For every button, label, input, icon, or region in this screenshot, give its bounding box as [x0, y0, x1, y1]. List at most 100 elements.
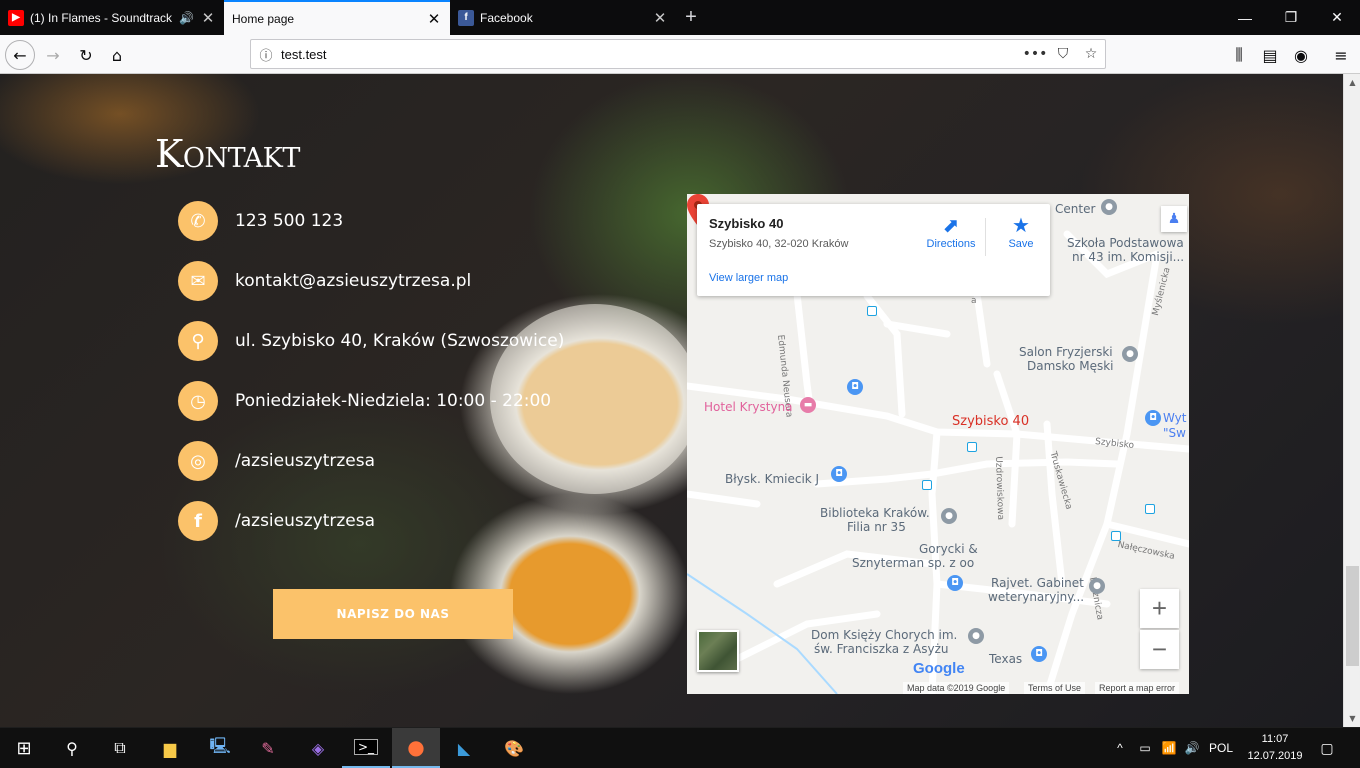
scroll-down-icon[interactable]: ▼ — [1344, 710, 1360, 727]
file-explorer-button[interactable]: ▆ — [146, 728, 194, 768]
paint-brush-app-button[interactable]: 🎨 — [490, 728, 538, 768]
poi-label[interactable]: Hotel Krystyna — [704, 400, 793, 414]
shopping-bag-icon[interactable]: ◘ — [847, 379, 863, 395]
back-button[interactable]: ← — [5, 40, 35, 70]
pin-label[interactable]: Szybisko 40 — [952, 415, 1029, 429]
volume-icon[interactable]: 🔊 — [1181, 728, 1203, 768]
reload-button[interactable]: ↻ — [71, 40, 101, 70]
write-to-us-button[interactable]: NAPISZ DO NAS — [273, 589, 513, 639]
contact-facebook[interactable]: f /azsieuszytrzesa — [178, 501, 375, 541]
poi-label[interactable]: Gorycki & — [919, 542, 978, 556]
poi-marker-icon[interactable]: ● — [968, 628, 984, 644]
poi-label[interactable]: nr 43 im. Komisji... — [1072, 250, 1184, 264]
poi-marker-icon[interactable]: ● — [1122, 346, 1138, 362]
poi-label[interactable]: Damsko Męski — [1027, 359, 1113, 373]
sidebar-icon[interactable]: ▤ — [1255, 40, 1285, 70]
home-button[interactable]: ⌂ — [102, 40, 132, 70]
show-hidden-icons-button[interactable]: ^ — [1110, 728, 1130, 768]
poi-label[interactable]: Texas — [989, 652, 1022, 666]
vscode-button[interactable]: ◣ — [440, 728, 488, 768]
shopping-bag-icon[interactable]: ◘ — [947, 575, 963, 591]
poi-label[interactable]: Salon Fryzjerski — [1019, 345, 1113, 359]
page-actions-icon[interactable]: ••• — [1021, 46, 1049, 62]
poi-label[interactable]: weterynaryjny... — [988, 590, 1084, 604]
paint-app-button[interactable]: ✎ — [244, 728, 292, 768]
bookmark-star-icon[interactable]: ☆ — [1077, 46, 1105, 62]
save-button[interactable]: ★ Save — [991, 214, 1051, 250]
network-icon[interactable]: 📶 — [1158, 728, 1180, 768]
poi-label[interactable]: Rajvet. Gabinet — [991, 576, 1084, 590]
bus-stop-icon[interactable] — [922, 480, 932, 490]
close-tab-icon[interactable]: ✕ — [426, 10, 442, 28]
tab-youtube[interactable]: ▶ (1) In Flames - Soundtrack T 🔊 ✕ — [0, 0, 224, 35]
zoom-in-button[interactable]: + — [1140, 589, 1179, 628]
contact-instagram-text[interactable]: /azsieuszytrzesa — [235, 451, 375, 471]
speaker-icon[interactable]: 🔊 — [179, 11, 194, 25]
firefox-button[interactable]: ● — [392, 728, 440, 768]
street-view-pegman-icon[interactable]: ♟ — [1161, 206, 1187, 232]
poi-label[interactable]: Sznyterman sp. z oo — [852, 556, 974, 570]
visual-studio-button[interactable]: ◈ — [294, 728, 342, 768]
poi-marker-icon[interactable]: ● — [1101, 199, 1117, 215]
bus-stop-icon[interactable] — [1111, 531, 1121, 541]
search-button[interactable]: ⚲ — [48, 728, 96, 768]
zoom-out-button[interactable]: − — [1140, 630, 1179, 669]
bus-stop-icon[interactable] — [867, 306, 877, 316]
account-icon[interactable]: ◉ — [1286, 40, 1316, 70]
satellite-toggle[interactable] — [697, 630, 739, 672]
contact-instagram[interactable]: ◎ /azsieuszytrzesa — [178, 441, 375, 481]
poi-marker-icon[interactable]: ● — [1089, 578, 1105, 594]
shopping-bag-icon[interactable]: ◘ — [831, 466, 847, 482]
network-app-button[interactable]: 🖳 — [196, 728, 244, 768]
terms-of-use-link[interactable]: Terms of Use — [1024, 682, 1086, 694]
poi-marker-icon[interactable]: ● — [941, 508, 957, 524]
google-map[interactable]: Edmunda Neusera Myślenicka Szybisko Uzdr… — [687, 194, 1189, 694]
poi-label[interactable]: Szkoła Podstawowa — [1067, 236, 1184, 250]
directions-button[interactable]: ⬈ Directions — [921, 214, 981, 250]
paint-icon: ✎ — [261, 738, 275, 758]
pocket-icon[interactable]: ⛉ — [1049, 46, 1077, 62]
terminal-button[interactable]: >_ — [342, 728, 390, 768]
menu-icon[interactable]: ≡ — [1326, 40, 1356, 70]
system-clock[interactable]: 11:07 12.07.2019 — [1240, 731, 1310, 765]
restore-button[interactable]: ❐ — [1268, 0, 1314, 35]
scroll-up-icon[interactable]: ▲ — [1344, 74, 1360, 91]
poi-label[interactable]: "Sw — [1163, 426, 1186, 440]
close-tab-icon[interactable]: ✕ — [200, 9, 216, 27]
report-map-error-link[interactable]: Report a map error — [1095, 682, 1180, 694]
library-icon[interactable]: ⫼ — [1224, 40, 1254, 70]
minimize-button[interactable]: — — [1222, 0, 1268, 35]
poi-label[interactable]: Błysk. Kmiecik J — [725, 472, 819, 486]
poi-label[interactable]: Center — [1055, 202, 1095, 216]
tab-home-page[interactable]: Home page ✕ — [224, 0, 450, 35]
tab-facebook[interactable]: f Facebook ✕ — [450, 0, 676, 35]
poi-label[interactable]: Filia nr 35 — [847, 520, 906, 534]
navigation-toolbar: ← → ↻ ⌂ ⓘ test.test ••• ⛉ ☆ ⫼ ▤ ◉ ≡ — [0, 35, 1360, 74]
start-button[interactable]: ⊞ — [0, 728, 48, 768]
close-window-button[interactable]: ✕ — [1314, 0, 1360, 35]
poi-label[interactable]: św. Franciszka z Asyżu — [814, 642, 948, 656]
close-tab-icon[interactable]: ✕ — [652, 9, 668, 27]
vscode-icon: ◣ — [457, 738, 471, 758]
page-scrollbar[interactable]: ▲ ▼ — [1343, 74, 1360, 727]
address-bar[interactable]: ⓘ test.test ••• ⛉ ☆ — [250, 39, 1106, 69]
forward-button[interactable]: → — [38, 40, 68, 70]
language-indicator[interactable]: POL — [1206, 728, 1236, 768]
url-text[interactable]: test.test — [281, 47, 1021, 62]
battery-icon[interactable]: ▭ — [1134, 728, 1156, 768]
shopping-cart-icon[interactable]: ◘ — [1031, 646, 1047, 662]
bus-stop-icon[interactable] — [967, 442, 977, 452]
bus-stop-icon[interactable] — [1145, 504, 1155, 514]
poi-label[interactable]: Biblioteka Kraków. — [820, 506, 930, 520]
scroll-thumb[interactable] — [1346, 566, 1359, 666]
info-icon[interactable]: ⓘ — [251, 45, 281, 64]
poi-label[interactable]: Dom Księży Chorych im. — [811, 628, 957, 642]
task-view-button[interactable]: ⧉ — [96, 728, 144, 768]
contact-facebook-text[interactable]: /azsieuszytrzesa — [235, 511, 375, 531]
notifications-icon[interactable]: ▢ — [1312, 728, 1342, 768]
hotel-icon[interactable]: ▬ — [800, 397, 816, 413]
new-tab-button[interactable]: + — [676, 0, 706, 35]
shopping-bag-icon[interactable]: ◘ — [1145, 410, 1161, 426]
view-larger-map-link[interactable]: View larger map — [709, 272, 788, 284]
poi-label[interactable]: Wyt — [1163, 411, 1186, 425]
